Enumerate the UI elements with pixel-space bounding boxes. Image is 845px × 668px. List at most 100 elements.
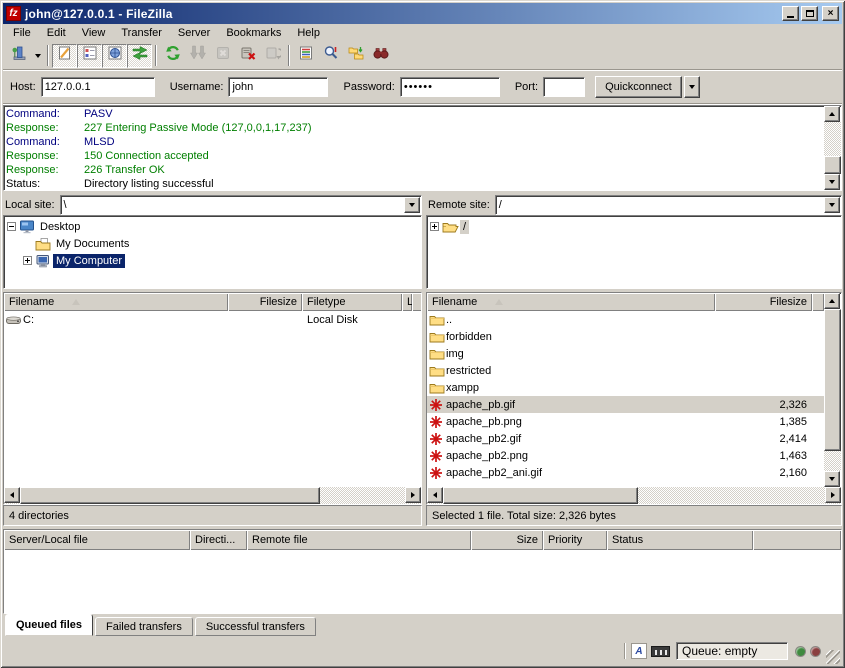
menu-transfer[interactable]: Transfer	[113, 25, 170, 41]
scroll-up-button[interactable]	[824, 106, 840, 122]
remote-vscrollbar[interactable]	[824, 293, 841, 487]
scroll-right-button[interactable]	[825, 487, 841, 503]
port-input[interactable]	[543, 77, 585, 97]
tree-item-desktop[interactable]: Desktop	[4, 218, 421, 235]
log-line-label: Command:	[6, 135, 84, 149]
data-type-indicator-icon[interactable]: A	[631, 643, 647, 659]
scroll-down-button[interactable]	[824, 471, 840, 487]
titlebar[interactable]: fz john@127.0.0.1 - FileZilla ×	[3, 3, 842, 24]
plus-expander-icon[interactable]	[23, 256, 32, 265]
site-manager-icon	[11, 45, 27, 66]
message-log-scrollbar[interactable]	[824, 106, 841, 190]
menu-view[interactable]: View	[74, 25, 114, 41]
queue-column-size[interactable]: Size	[471, 530, 543, 550]
tree-item-my-computer[interactable]: My Computer	[4, 252, 421, 269]
file-row-apache-pb2-png[interactable]: apache_pb2.png1,463	[427, 447, 824, 464]
resize-grip[interactable]	[826, 650, 840, 664]
quickconnect-dropdown-button[interactable]	[684, 76, 700, 98]
close-button[interactable]: ×	[822, 6, 839, 21]
quickconnect-bar: Host: Username: Password: Port: Quickcon…	[3, 71, 842, 103]
filter-button[interactable]	[293, 44, 318, 68]
scroll-right-button[interactable]	[405, 487, 421, 503]
tree-item-item[interactable]: /	[427, 218, 841, 235]
minimize-button[interactable]	[782, 6, 799, 21]
scrollbar-track[interactable]	[824, 122, 841, 156]
menu-bookmarks[interactable]: Bookmarks	[218, 25, 289, 41]
scrollbar-track[interactable]	[320, 487, 405, 504]
scrollbar-thumb[interactable]	[824, 156, 841, 174]
minimize-icon	[787, 16, 794, 18]
queue-column-server-local-file[interactable]: Server/Local file	[4, 530, 190, 550]
remote-site-combo[interactable]: /	[495, 195, 842, 215]
file-row-xampp[interactable]: xampp	[427, 379, 824, 396]
tab-successful-transfers[interactable]: Successful transfers	[195, 617, 316, 636]
reconnect-button[interactable]	[260, 44, 285, 68]
quickconnect-button[interactable]: Quickconnect	[595, 76, 682, 98]
maximize-icon	[806, 10, 814, 17]
tab-failed-transfers[interactable]: Failed transfers	[95, 617, 193, 636]
menu-help[interactable]: Help	[289, 25, 328, 41]
file-row-apache-pb2-gif[interactable]: apache_pb2.gif2,414	[427, 430, 824, 447]
scrollbar-thumb[interactable]	[20, 487, 320, 504]
remote-hscrollbar[interactable]	[427, 487, 841, 504]
file-row-apache-pb-png[interactable]: apache_pb.png1,385	[427, 413, 824, 430]
find-files-button[interactable]	[368, 44, 393, 68]
queue-column-priority[interactable]: Priority	[543, 530, 607, 550]
site-manager-button[interactable]	[6, 44, 31, 68]
username-input[interactable]	[228, 77, 328, 97]
directory-comparison-button[interactable]	[318, 44, 343, 68]
queue-column-directi[interactable]: Directi...	[190, 530, 247, 550]
remote-site-dropdown-button[interactable]	[824, 197, 840, 213]
refresh-button[interactable]	[160, 44, 185, 68]
host-input[interactable]	[41, 77, 155, 97]
scrollbar-thumb[interactable]	[824, 309, 841, 451]
tab-queued-files[interactable]: Queued files	[5, 614, 93, 636]
toggle-message-log-button[interactable]	[52, 44, 77, 68]
site-manager-dropdown-button[interactable]	[31, 44, 44, 68]
scrollbar-thumb[interactable]	[443, 487, 638, 504]
toggle-remote-tree-button[interactable]	[102, 44, 127, 68]
local-site-dropdown-button[interactable]	[404, 197, 420, 213]
speed-limits-icon[interactable]	[651, 646, 670, 657]
menu-file[interactable]: File	[5, 25, 39, 41]
scroll-left-button[interactable]	[427, 487, 443, 503]
file-row-apache-pb-gif[interactable]: apache_pb.gif2,326	[427, 396, 824, 413]
scroll-down-button[interactable]	[824, 174, 840, 190]
disconnect-button[interactable]	[235, 44, 260, 68]
password-input[interactable]	[400, 77, 500, 97]
column-header-filename[interactable]: Filename	[427, 293, 715, 311]
scroll-up-button[interactable]	[824, 293, 840, 309]
toggle-queue-button[interactable]	[127, 44, 152, 68]
toggle-local-tree-button[interactable]	[77, 44, 102, 68]
maximize-button[interactable]	[801, 6, 818, 21]
plus-expander-icon[interactable]	[430, 222, 439, 231]
tree-item-my-documents[interactable]: My Documents	[4, 235, 421, 252]
process-queue-button[interactable]	[185, 44, 210, 68]
filename-cell: xampp	[427, 381, 715, 394]
file-row-apache-pb2-ani-gif[interactable]: apache_pb2_ani.gif2,160	[427, 464, 824, 481]
local-hscrollbar[interactable]	[4, 487, 421, 504]
minus-expander-icon[interactable]	[7, 222, 16, 231]
file-row-restricted[interactable]: restricted	[427, 362, 824, 379]
scrollbar-track[interactable]	[638, 487, 825, 504]
file-row-img[interactable]: img	[427, 345, 824, 362]
queue-column-status[interactable]: Status	[607, 530, 753, 550]
menu-edit[interactable]: Edit	[39, 25, 74, 41]
file-row-item[interactable]: ..	[427, 311, 824, 328]
cancel-button[interactable]	[210, 44, 235, 68]
scrollbar-track[interactable]	[824, 451, 841, 471]
filename-cell: ..	[427, 313, 715, 326]
queue-column-remote-file[interactable]: Remote file	[247, 530, 471, 550]
column-header-filesize[interactable]: Filesize	[715, 293, 812, 311]
column-header-filename[interactable]: Filename	[4, 293, 228, 311]
column-header-filesize[interactable]: Filesize	[228, 293, 302, 311]
file-row-forbidden[interactable]: forbidden	[427, 328, 824, 345]
menu-server[interactable]: Server	[170, 25, 218, 41]
scroll-left-button[interactable]	[4, 487, 20, 503]
message-log-lines: Command:PASVResponse:227 Entering Passiv…	[4, 106, 824, 190]
file-row-c[interactable]: C:Local Disk	[4, 311, 421, 328]
local-site-combo[interactable]: \	[60, 195, 422, 215]
column-header-l[interactable]: L	[402, 293, 412, 311]
column-header-filetype[interactable]: Filetype	[302, 293, 402, 311]
synchronized-browsing-button[interactable]	[343, 44, 368, 68]
